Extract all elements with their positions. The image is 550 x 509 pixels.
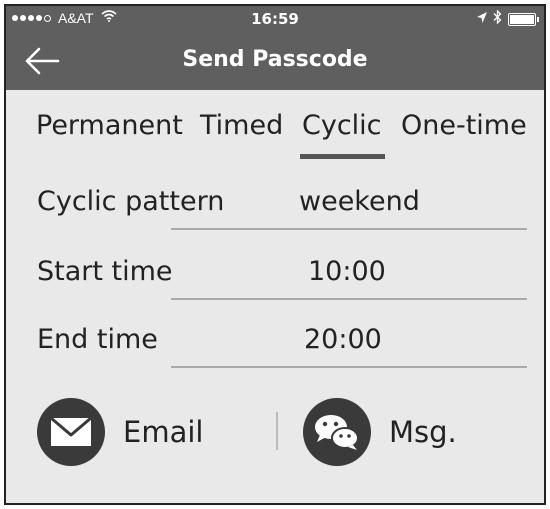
field-underline: [171, 228, 527, 230]
battery-icon: [508, 12, 539, 26]
msg-share-button[interactable]: Msg.: [303, 398, 457, 466]
page-title: Send Passcode: [182, 47, 368, 72]
end-time-row: End time 20:00: [6, 324, 544, 384]
phone-screen: A&AT 16:59 Send Passcode Permanent Timed…: [4, 4, 546, 505]
start-time-label: Start time: [37, 256, 173, 287]
status-bar: A&AT 16:59: [6, 6, 544, 32]
field-underline: [171, 366, 527, 368]
end-time-label: End time: [37, 324, 158, 355]
field-underline: [171, 298, 527, 300]
tab-one-time[interactable]: One-time: [401, 110, 527, 141]
selected-tab-indicator: [300, 154, 385, 159]
email-share-button[interactable]: Email: [37, 398, 203, 466]
tab-permanent[interactable]: Permanent: [36, 110, 183, 141]
chat-bubbles-icon[interactable]: [303, 398, 371, 466]
share-options: Email Msg.: [6, 398, 544, 468]
email-label[interactable]: Email: [123, 415, 203, 449]
passcode-type-tabs: Permanent Timed Cyclic One-time: [6, 110, 544, 160]
cyclic-pattern-row: Cyclic pattern weekend: [6, 186, 544, 246]
cyclic-pattern-value[interactable]: weekend: [299, 186, 420, 217]
location-arrow-icon: [477, 11, 487, 27]
status-right: [477, 9, 539, 28]
start-time-value[interactable]: 10:00: [308, 256, 386, 287]
envelope-icon[interactable]: [37, 398, 105, 466]
start-time-row: Start time 10:00: [6, 256, 544, 316]
tab-timed[interactable]: Timed: [200, 110, 283, 141]
tab-cyclic[interactable]: Cyclic: [302, 110, 382, 141]
msg-label[interactable]: Msg.: [389, 415, 457, 449]
cyclic-pattern-label: Cyclic pattern: [37, 186, 225, 217]
nav-bar: Send Passcode: [6, 32, 544, 90]
status-time: 16:59: [251, 10, 299, 28]
bluetooth-icon: [493, 9, 502, 28]
share-divider: [276, 412, 278, 450]
end-time-value[interactable]: 20:00: [304, 324, 382, 355]
